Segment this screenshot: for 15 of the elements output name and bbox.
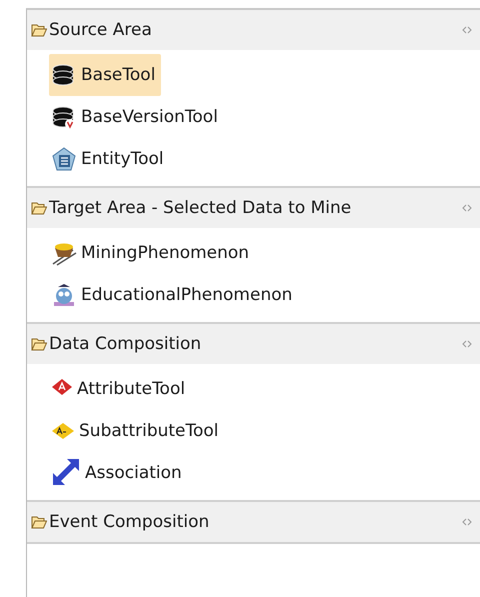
palette-tool[interactable]: MiningPhenomenon [49, 232, 256, 274]
entity-icon [51, 146, 77, 172]
collapse-icon[interactable] [462, 26, 472, 34]
subattribute-icon [51, 420, 75, 442]
palette-tool[interactable]: EntityTool [49, 138, 170, 180]
palette-tool[interactable]: Association [49, 452, 188, 494]
palette-tool[interactable]: BaseVersionTool [49, 96, 224, 138]
palette-tool[interactable]: SubattributeTool [49, 410, 225, 452]
palette-tool[interactable]: BaseTool [49, 54, 162, 96]
owl-icon [51, 282, 77, 308]
collapse-icon[interactable] [462, 518, 472, 526]
palette-tool[interactable]: AttributeTool [49, 368, 192, 410]
collapse-icon[interactable] [462, 340, 472, 348]
palette-tool[interactable]: EducationalPhenomenon [49, 274, 298, 316]
collapse-icon[interactable] [462, 204, 472, 212]
